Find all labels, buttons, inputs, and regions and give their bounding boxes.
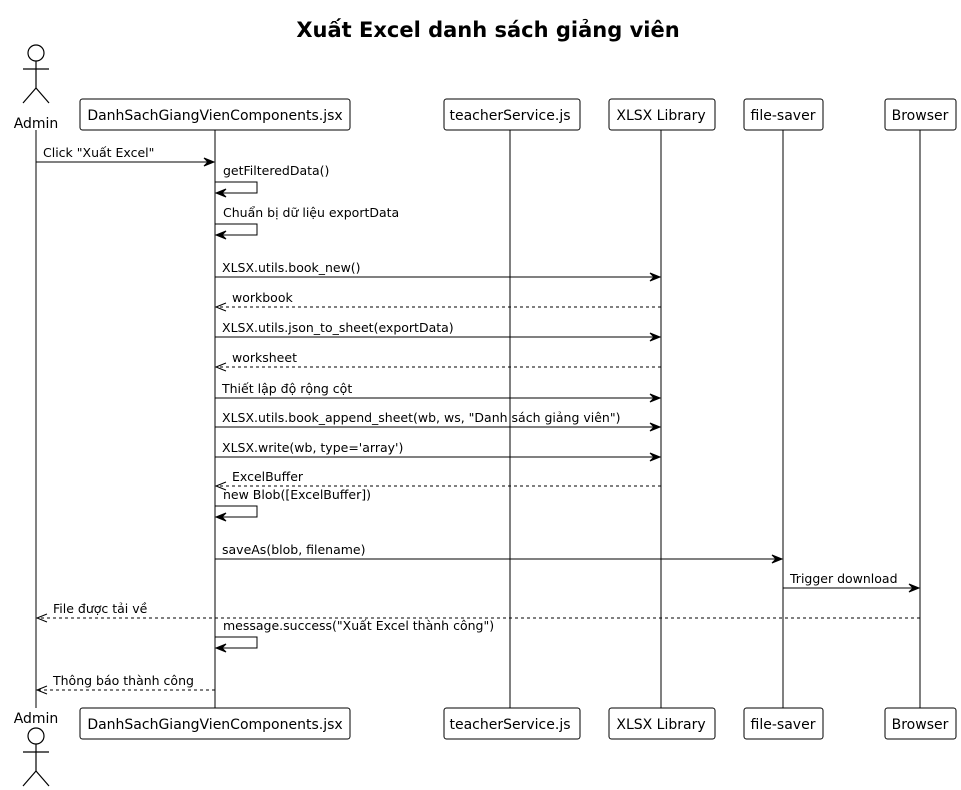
message-label: XLSX.utils.book_append_sheet(wb, ws, "Da…	[222, 410, 620, 425]
message-16: message.success("Xuất Excel thành công")	[214, 618, 494, 653]
actor-icon	[22, 44, 50, 104]
participant-browser-top: Browser	[884, 98, 957, 131]
participant-label: Browser	[892, 717, 949, 733]
message-label: new Blob([ExcelBuffer])	[223, 487, 371, 502]
participant-label: XLSX Library	[616, 717, 705, 733]
message-4: XLSX.utils.book_new()	[215, 260, 662, 282]
sequence-diagram: Xuất Excel danh sách giảng viên Click "X…	[14, 18, 957, 787]
participant-svc-top: teacherService.js	[443, 98, 581, 131]
participant-comp-top: DanhSachGiangVienComponents.jsx	[79, 98, 351, 131]
participant-label: teacherService.js	[450, 717, 571, 733]
message-14: Trigger download	[783, 571, 921, 593]
diagram-title: Xuất Excel danh sách giảng viên	[296, 18, 679, 42]
participant-browser-bottom: Browser	[884, 707, 957, 740]
message-label: Trigger download	[789, 571, 898, 586]
participant-label: XLSX Library	[616, 108, 705, 124]
actor-icon	[22, 727, 50, 787]
message-9: XLSX.utils.book_append_sheet(wb, ws, "Da…	[215, 410, 662, 432]
actor-label: Admin	[14, 116, 59, 132]
message-label: workbook	[232, 290, 293, 305]
participant-label: DanhSachGiangVienComponents.jsx	[87, 108, 342, 124]
message-12: new Blob([ExcelBuffer])	[214, 487, 371, 522]
message-5: workbook	[214, 290, 661, 312]
message-10: XLSX.write(wb, type='array')	[215, 440, 662, 462]
message-label: Thông báo thành công	[52, 673, 194, 688]
message-label: File được tải về	[53, 601, 148, 616]
participant-label: file-saver	[751, 717, 816, 733]
message-label: XLSX.utils.book_new()	[222, 260, 361, 275]
message-label: ExcelBuffer	[232, 469, 304, 484]
message-3: Chuẩn bị dữ liệu exportData	[214, 205, 399, 240]
actor-top: Admin	[14, 44, 59, 132]
message-8: Thiết lập độ rộng cột	[215, 381, 662, 403]
message-label: saveAs(blob, filename)	[222, 542, 366, 557]
participant-label: teacherService.js	[450, 108, 571, 124]
message-label: Click "Xuất Excel"	[43, 145, 154, 160]
message-1: Click "Xuất Excel"	[36, 145, 216, 167]
message-label: XLSX.utils.json_to_sheet(exportData)	[222, 320, 454, 335]
message-6: XLSX.utils.json_to_sheet(exportData)	[215, 320, 662, 342]
participant-saver-top: file-saver	[743, 98, 824, 131]
message-2: getFilteredData()	[214, 163, 329, 198]
message-17: Thông báo thành công	[35, 673, 215, 695]
message-13: saveAs(blob, filename)	[215, 542, 784, 564]
actor-label: Admin	[14, 711, 59, 727]
participant-svc-bottom: teacherService.js	[443, 707, 581, 740]
participant-label: file-saver	[751, 108, 816, 124]
participant-label: Browser	[892, 108, 949, 124]
participant-comp-bottom: DanhSachGiangVienComponents.jsx	[79, 707, 351, 740]
participant-xlsx-bottom: XLSX Library	[608, 707, 716, 740]
message-7: worksheet	[214, 350, 661, 372]
message-label: Chuẩn bị dữ liệu exportData	[223, 205, 399, 220]
message-label: XLSX.write(wb, type='array')	[222, 440, 403, 455]
participant-label: DanhSachGiangVienComponents.jsx	[87, 717, 342, 733]
participant-saver-bottom: file-saver	[743, 707, 824, 740]
participant-xlsx-top: XLSX Library	[608, 98, 716, 131]
message-label: worksheet	[232, 350, 297, 365]
message-label: getFilteredData()	[223, 163, 329, 178]
message-label: Thiết lập độ rộng cột	[221, 381, 352, 396]
actor-bottom: Admin	[14, 711, 59, 787]
messages: Click "Xuất Excel" getFilteredData() Chuẩn…	[35, 145, 921, 695]
message-label: message.success("Xuất Excel thành công")	[223, 618, 494, 633]
